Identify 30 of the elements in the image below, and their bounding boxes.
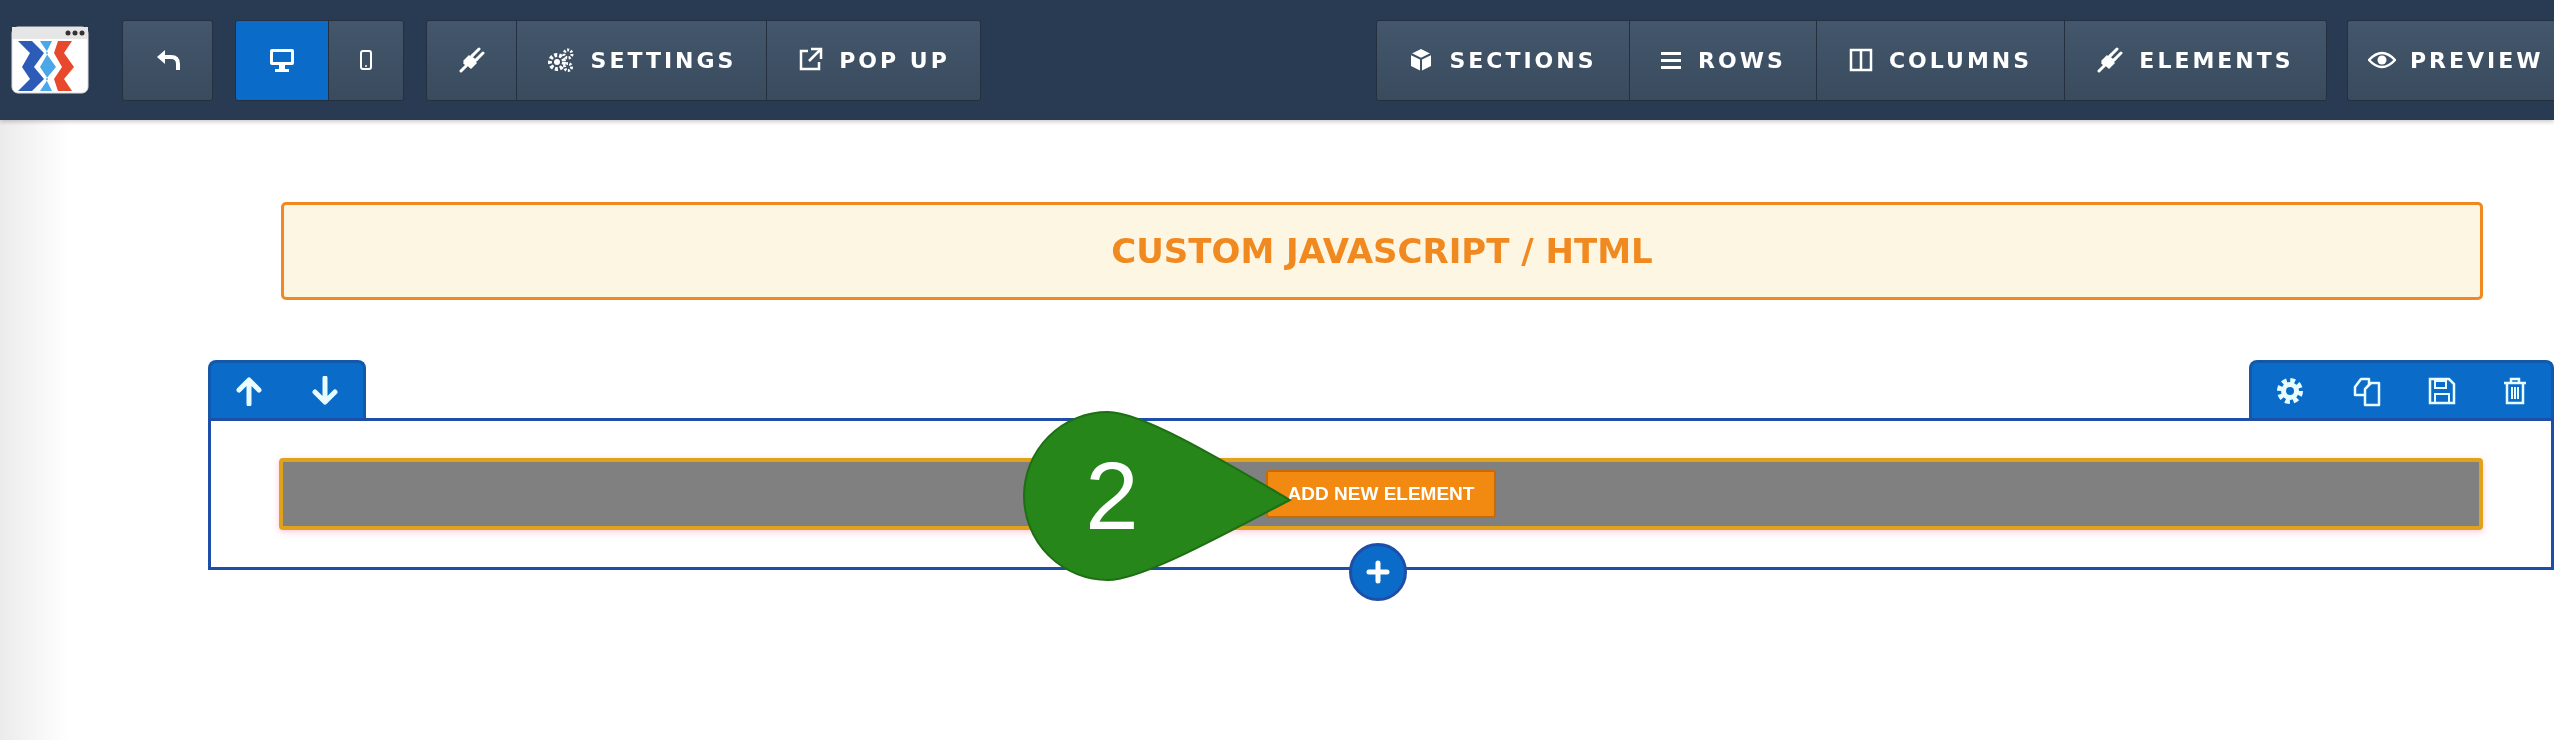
elements-button[interactable]: ELEMENTS: [2064, 20, 2326, 100]
arrow-up-icon[interactable]: [235, 375, 263, 406]
columns-icon: [1848, 48, 1873, 72]
columns-button[interactable]: COLUMNS: [1816, 20, 2064, 100]
gears-icon: [546, 47, 575, 73]
sections-button[interactable]: SECTIONS: [1377, 20, 1629, 100]
list-icon: [1660, 50, 1683, 70]
popup-button[interactable]: POP UP: [766, 20, 980, 100]
monitor-icon: [269, 48, 295, 72]
rows-button[interactable]: ROWS: [1629, 20, 1816, 100]
plugin-button[interactable]: [427, 20, 516, 100]
preview-button[interactable]: PREVIEW: [2348, 20, 2554, 100]
add-row-button[interactable]: [1349, 543, 1407, 601]
eye-icon: [2368, 50, 2396, 70]
settings-button[interactable]: SETTINGS: [516, 20, 766, 100]
desktop-view-button[interactable]: [236, 20, 328, 100]
phone-icon: [360, 50, 372, 70]
external-link-icon: [797, 47, 824, 73]
cube-icon: [1409, 47, 1434, 73]
step-number: 2: [1084, 446, 1140, 546]
logo-icon: [10, 25, 90, 95]
settings-icon[interactable]: [2274, 375, 2305, 406]
plug-icon: [458, 47, 485, 73]
plus-icon: [1366, 560, 1390, 584]
undo-button[interactable]: [123, 20, 212, 100]
section-banner: CUSTOM JAVASCRIPT / HTML: [281, 202, 2483, 300]
trash-icon[interactable]: [2502, 375, 2529, 406]
plug-icon: [2097, 47, 2124, 73]
arrow-down-icon[interactable]: [311, 375, 339, 406]
save-icon[interactable]: [2428, 376, 2457, 405]
